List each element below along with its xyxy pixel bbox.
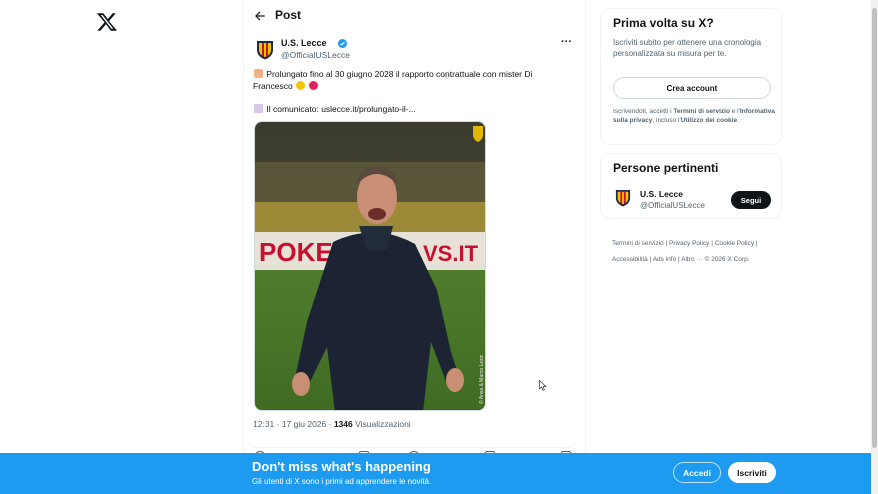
login-button[interactable]: Accedi <box>673 462 721 483</box>
page-scrollbar[interactable] <box>871 0 878 494</box>
verified-badge-icon <box>338 39 347 48</box>
back-arrow-icon[interactable] <box>253 9 267 23</box>
footer-links-row2[interactable]: Accessibilità | Ads info | Altro ··· © 2… <box>612 252 782 268</box>
tweet-line-3: Il comunicato: uslecce.it/prolungato-il-… <box>253 103 571 115</box>
legal-mid: e l' <box>729 108 740 115</box>
photo-coach-celebrating: POKE VS.IT © Ansa & Marco Lezzi <box>255 122 485 410</box>
legal-prefix: Iscrivendoti, accetti i <box>613 108 674 115</box>
legal-mid2: , incluso l' <box>652 117 681 124</box>
suggested-handle[interactable]: @OfficialUSLecce <box>640 201 705 210</box>
signup-button[interactable]: Iscriviti <box>728 462 776 483</box>
photo-credit: © Ansa & Marco Lezzi <box>478 355 485 404</box>
footer-links-row1[interactable]: Termini di servizio | Privacy Policy | C… <box>612 236 782 252</box>
views-label: Visualizzazioni <box>352 419 411 429</box>
board-text-left: POKE <box>259 237 333 267</box>
relevant-people-card: Persone pertinenti U.S. Lecce @OfficialU… <box>600 153 782 219</box>
signup-card-title: Prima volta su X? <box>613 16 714 30</box>
page-title: Post <box>275 8 302 22</box>
tweet-link-prefix: Il comunicato: <box>266 104 322 114</box>
tweet-line-2: Francesco <box>253 80 571 92</box>
tweet-timestamp[interactable]: 12:31 · 17 giu 2026 · <box>253 419 334 429</box>
follow-button[interactable]: Segui <box>731 191 771 209</box>
lecce-crest-avatar[interactable] <box>256 40 274 60</box>
footer-links: Termini di servizio | Privacy Policy | C… <box>612 236 782 268</box>
more-options-icon[interactable]: ··· <box>561 36 573 48</box>
tweet-meta: 12:31 · 17 giu 2026 · 1346 Visualizzazio… <box>253 419 411 429</box>
suggested-account[interactable]: U.S. Lecce @OfficialUSLecce Segui <box>613 187 773 211</box>
banner-subtitle: Gli utenti di X sono i primi ad apprende… <box>252 477 432 486</box>
post-header: Post <box>244 0 585 33</box>
views-count: 1346 <box>333 419 353 429</box>
cookies-link[interactable]: Utilizzo dei cookie <box>681 117 737 124</box>
create-account-button[interactable]: Crea account <box>613 77 771 99</box>
page-emoji-icon <box>254 104 263 113</box>
left-nav <box>0 0 243 494</box>
tweet-link[interactable]: uslecce.it/prolungato-il-... <box>321 104 416 114</box>
tweet-text-line1: Prolungato fino al 30 giugno 2028 il rap… <box>266 69 533 79</box>
main-column: Post U.S. Lecce @OfficialUSLecce ··· Pro… <box>243 0 586 494</box>
scrollbar-thumb[interactable] <box>872 8 877 448</box>
yellow-circle-emoji-icon <box>296 81 306 90</box>
terms-link[interactable]: Termini di servizio <box>673 108 730 115</box>
relevant-people-title: Persone pertinenti <box>613 161 719 175</box>
signup-banner: Don't miss what's happening Gli utenti d… <box>0 453 871 494</box>
author-name[interactable]: U.S. Lecce <box>281 38 327 48</box>
board-text-right: VS.IT <box>423 241 479 266</box>
author-handle[interactable]: @OfficialUSLecce <box>281 50 350 60</box>
tweet-text-line2: Francesco <box>253 81 293 91</box>
tweet-line-1: Prolungato fino al 30 giugno 2028 il rap… <box>253 68 571 80</box>
signup-card-description: Iscriviti subito per ottenere una cronol… <box>613 38 762 58</box>
tweet-spacer <box>253 92 571 103</box>
banner-title: Don't miss what's happening <box>252 459 431 474</box>
suggested-name[interactable]: U.S. Lecce <box>640 189 683 199</box>
mouse-cursor-icon <box>539 380 547 391</box>
x-logo-icon[interactable] <box>96 11 118 33</box>
signup-legal-text: Iscrivendoti, accetti i Termini di servi… <box>613 107 775 125</box>
signup-card: Prima volta su X? Iscriviti subito per o… <box>600 8 782 145</box>
flexed-arm-emoji-icon <box>254 69 263 78</box>
red-circle-emoji-icon <box>309 81 319 90</box>
tweet-photo[interactable]: POKE VS.IT © Ansa & Marco Lezzi <box>254 121 486 411</box>
legal-end: . <box>737 117 739 124</box>
tweet-text: Prolungato fino al 30 giugno 2028 il rap… <box>253 68 571 115</box>
lecce-crest-avatar-small[interactable] <box>615 189 631 207</box>
right-sidebar: Prima volta su X? Iscriviti subito per o… <box>600 8 782 219</box>
